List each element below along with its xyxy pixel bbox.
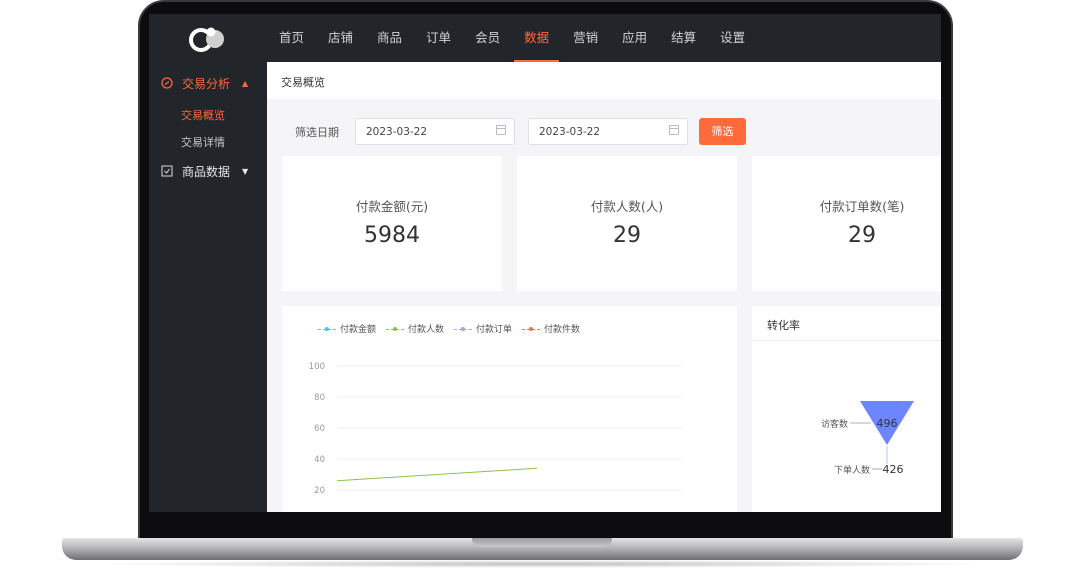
nav-item[interactable]: 结算 bbox=[661, 14, 706, 62]
nav-item[interactable]: 设置 bbox=[710, 14, 755, 62]
stat-label: 付款订单数(笔) bbox=[819, 199, 905, 214]
y-tick-label: 60 bbox=[314, 424, 325, 434]
y-tick-label: 20 bbox=[314, 486, 325, 496]
end-date-value: 2023-03-22 bbox=[539, 126, 601, 138]
trend-line-chart: 100 80 60 40 20 bbox=[309, 362, 682, 496]
stat-value: 29 bbox=[848, 223, 876, 248]
conversion-funnel-chart: 访客数 496 下单人数 426 bbox=[821, 401, 914, 476]
start-date-input[interactable]: 2023-03-22 bbox=[355, 118, 515, 145]
screen: 首页 店铺 商品 订单 会员 数据 营销 应用 结算 设置 交易分析 ▲ 交易概览 交易详情 商品… bbox=[149, 14, 941, 512]
page-title: 交易概览 bbox=[267, 62, 941, 99]
sidebar: 交易分析 ▲ 交易概览 交易详情 商品数据 ▼ bbox=[149, 62, 267, 512]
filter-button[interactable]: 筛选 bbox=[699, 118, 746, 145]
trade-analysis-icon bbox=[161, 77, 173, 89]
nav-item[interactable]: 应用 bbox=[612, 14, 657, 62]
nav-item[interactable]: 数据 bbox=[514, 14, 560, 62]
stat-card-orders: 付款订单数(笔) 29 bbox=[752, 156, 941, 291]
laptop-notch bbox=[472, 538, 612, 547]
caret-up-icon: ▲ bbox=[242, 78, 249, 88]
stat-value: 5984 bbox=[364, 223, 420, 248]
nav-item[interactable]: 会员 bbox=[465, 14, 510, 62]
calendar-icon bbox=[496, 125, 506, 135]
main-content: 交易概览 筛选日期 2023-03-22 2023-03-22 筛选 付款金额(… bbox=[267, 62, 941, 512]
y-tick-label: 80 bbox=[314, 393, 325, 403]
start-date-value: 2023-03-22 bbox=[366, 126, 428, 138]
sidebar-item-trade-overview[interactable]: 交易概览 bbox=[181, 107, 225, 123]
stat-label: 付款人数(人) bbox=[590, 199, 664, 214]
stat-card-payers: 付款人数(人) 29 bbox=[517, 156, 737, 291]
filter-date-label: 筛选日期 bbox=[295, 126, 339, 139]
conversion-funnel-card: 转化率 访客数 496 下单人数 426 bbox=[752, 306, 941, 512]
sidebar-group-label: 商品数据 bbox=[182, 164, 231, 179]
product-data-icon bbox=[161, 165, 173, 177]
laptop-shadow bbox=[90, 560, 995, 568]
stat-label: 付款金额(元) bbox=[355, 199, 429, 214]
funnel-stage-value: 426 bbox=[883, 463, 904, 476]
stat-card-payment-amount: 付款金额(元) 5984 bbox=[282, 156, 502, 291]
sidebar-group-label: 交易分析 bbox=[182, 76, 231, 91]
sidebar-group-product-data[interactable]: 商品数据 ▼ bbox=[161, 159, 248, 183]
funnel-stage-value: 496 bbox=[877, 417, 898, 430]
series-line bbox=[336, 467, 538, 482]
sidebar-group-trade-analysis[interactable]: 交易分析 ▲ bbox=[161, 71, 248, 95]
sidebar-item-trade-detail[interactable]: 交易详情 bbox=[181, 134, 225, 150]
nav-item[interactable]: 商品 bbox=[367, 14, 412, 62]
calendar-icon bbox=[669, 125, 679, 135]
stat-value: 29 bbox=[613, 223, 641, 248]
main-nav: 首页 店铺 商品 订单 会员 数据 营销 应用 结算 设置 bbox=[269, 14, 759, 62]
logo-icon bbox=[189, 27, 224, 52]
y-tick-label: 100 bbox=[309, 362, 325, 372]
nav-item[interactable]: 店铺 bbox=[318, 14, 363, 62]
funnel-stage-label: 下单人数 bbox=[834, 464, 870, 476]
end-date-input[interactable]: 2023-03-22 bbox=[528, 118, 688, 145]
nav-item[interactable]: 订单 bbox=[416, 14, 461, 62]
funnel-stage-label: 访客数 bbox=[821, 418, 848, 430]
nav-item[interactable]: 营销 bbox=[563, 14, 608, 62]
trend-chart-card: 付款金额 付款人数 付款订单 付款件数 100 80 60 40 20 bbox=[282, 306, 737, 512]
nav-item[interactable]: 首页 bbox=[269, 14, 314, 62]
top-navigation-bar: 首页 店铺 商品 订单 会员 数据 营销 应用 结算 设置 bbox=[149, 14, 941, 62]
y-tick-label: 40 bbox=[314, 455, 325, 465]
caret-down-icon: ▼ bbox=[242, 166, 249, 176]
